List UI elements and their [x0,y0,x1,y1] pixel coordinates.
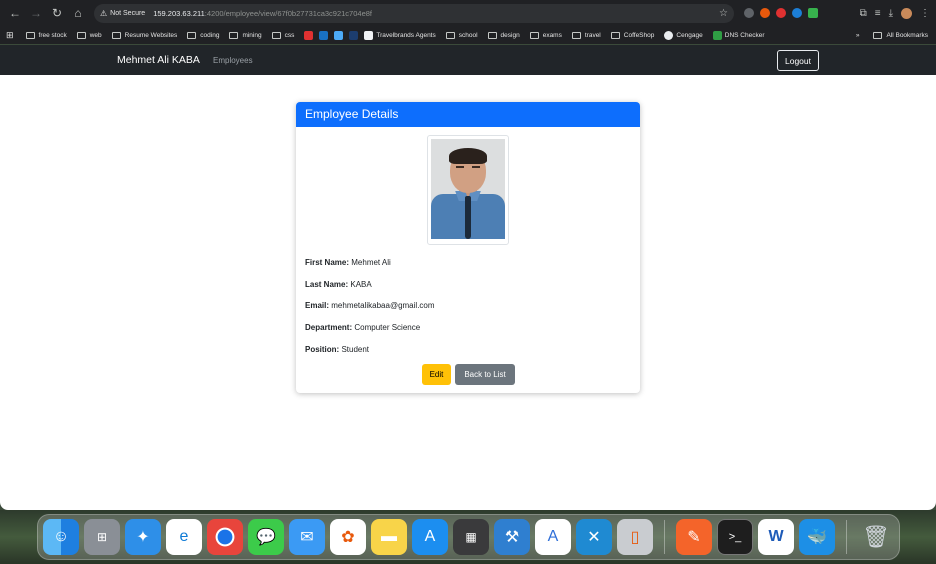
launchpad-icon[interactable]: ⊞ [84,519,120,555]
employee-photo [427,135,509,245]
bookmark-icon[interactable] [349,30,359,40]
bookmark-item[interactable]: exams [529,31,562,39]
back-arrow-icon[interactable]: ← [6,4,24,22]
bookmark-item[interactable]: Resume Websites [111,31,177,39]
folder-icon [610,31,620,39]
extension-icon[interactable] [776,8,786,18]
vscode-icon[interactable]: ✕ [576,519,612,555]
employee-details-card: Employee Details First Name: Mehmet Ali … [296,102,640,393]
bookmark-item[interactable]: CoffeShop [610,31,654,39]
bookmark-item[interactable]: DNS Checker [712,30,765,40]
mail-icon[interactable]: ✉ [289,519,325,555]
back-to-list-button[interactable]: Back to List [455,364,515,385]
profile-avatar[interactable] [901,7,912,19]
youtube-icon[interactable] [304,30,314,40]
instruments-icon[interactable]: A [535,519,571,555]
pen-tool-icon[interactable]: ✎ [676,519,712,555]
bookmark-item[interactable]: css [271,31,294,39]
photos-icon[interactable]: ✿ [330,519,366,555]
navbar-brand[interactable]: Mehmet Ali KABA [117,54,200,66]
reading-list-icon[interactable]: ≡ [875,8,881,19]
browser-toolbar: ← → ↻ ⌂ ⚠ Not Secure 159.203.63.211 :420… [0,0,936,26]
bookmark-item[interactable]: Cengage [664,30,703,40]
extension-icon[interactable] [792,8,802,18]
url-path: :4200/employee/view/67f0b27731ca3c921c70… [204,8,372,18]
bookmark-item[interactable]: travel [571,31,601,39]
calculator-icon[interactable]: ▦ [453,519,489,555]
folder-icon [571,31,581,39]
reload-icon[interactable]: ↻ [48,4,66,22]
folder-icon [487,31,497,39]
folder-icon [229,31,239,39]
bookmark-item[interactable]: web [76,31,102,39]
app-store-icon[interactable]: A [412,519,448,555]
forward-arrow-icon[interactable]: → [27,4,45,22]
bookmark-icon[interactable] [334,30,344,40]
bookmark-item[interactable]: free stock [25,31,67,39]
field-email: Email: mehmetalikabaa@gmail.com [305,301,435,310]
messages-icon[interactable]: 💬 [248,519,284,555]
bookmark-item[interactable]: coding [187,31,219,39]
field-department: Department: Computer Science [305,323,421,332]
finder-icon[interactable]: ☺ [43,519,79,555]
site-icon [712,30,722,40]
bookmark-item[interactable]: Travelbrands Agents [364,30,436,40]
site-icon [664,30,674,40]
star-icon[interactable]: ☆ [719,8,728,19]
folder-icon [445,31,455,39]
folder-icon [76,31,86,39]
url-host: 159.203.63.211 [153,8,205,18]
extensions-area [744,8,818,18]
safari-icon[interactable]: ✦ [125,519,161,555]
docker-icon[interactable]: 🐳 [799,519,835,555]
apps-grid-icon[interactable]: ⊞ [6,30,14,41]
logout-button[interactable]: Logout [777,50,819,71]
simulator-icon[interactable]: ▯ [617,519,653,555]
notes-icon[interactable]: ▬ [371,519,407,555]
home-icon[interactable]: ⌂ [69,4,87,22]
bookmark-item[interactable]: design [487,31,520,39]
folder-icon [111,31,121,39]
edit-button[interactable]: Edit [422,364,451,385]
site-icon [364,30,374,40]
bookmarks-overflow: » All Bookmarks [856,31,930,39]
macos-dock: ☺ ⊞ ✦ e 💬 ✉ ✿ ▬ A ▦ ⚒ A ✕ ▯ ✎ >_ W 🐳 🗑 [37,514,900,560]
field-last-name: Last Name: KABA [305,280,372,289]
field-first-name: First Name: Mehmet Ali [305,258,391,267]
dock-separator [664,520,665,554]
folder-icon [873,31,883,39]
chevron-right-icon[interactable]: » [856,32,860,39]
toolbar-right: ⧉ ≡ ⤓ ⋮ [860,7,930,19]
folder-icon [187,31,197,39]
folder-icon [529,31,539,39]
nav-link-employees[interactable]: Employees [213,56,253,65]
person-portrait [431,139,505,239]
extension-icon[interactable] [744,8,754,18]
download-icon[interactable]: ⤓ [889,8,893,19]
bookmark-icon[interactable] [319,30,329,40]
terminal-icon[interactable]: >_ [717,519,753,555]
xcode-icon[interactable]: ⚒ [494,519,530,555]
all-bookmarks[interactable]: All Bookmarks [873,31,928,39]
menu-icon[interactable]: ⋮ [920,8,930,19]
folder-icon [271,31,281,39]
edge-icon[interactable]: e [166,519,202,555]
trash-icon[interactable]: 🗑 [858,519,894,555]
dock-separator [846,520,847,554]
address-bar[interactable]: ⚠ Not Secure 159.203.63.211 :4200/employ… [94,3,734,23]
extension-icon[interactable] [808,8,818,18]
bookmark-item[interactable]: school [445,31,478,39]
not-secure-label: Not Secure [110,9,146,17]
bookmark-item[interactable]: mining [229,31,262,39]
bookmarks-bar: ⊞ free stock web Resume Websites coding … [0,26,936,44]
warning-icon: ⚠ [100,8,108,18]
extension-icon[interactable] [760,8,770,18]
word-icon[interactable]: W [758,519,794,555]
puzzle-icon[interactable]: ⧉ [860,8,867,19]
field-position: Position: Student [305,345,370,354]
chrome-icon[interactable] [207,519,243,555]
folder-icon [25,31,35,39]
card-title: Employee Details [296,102,640,127]
